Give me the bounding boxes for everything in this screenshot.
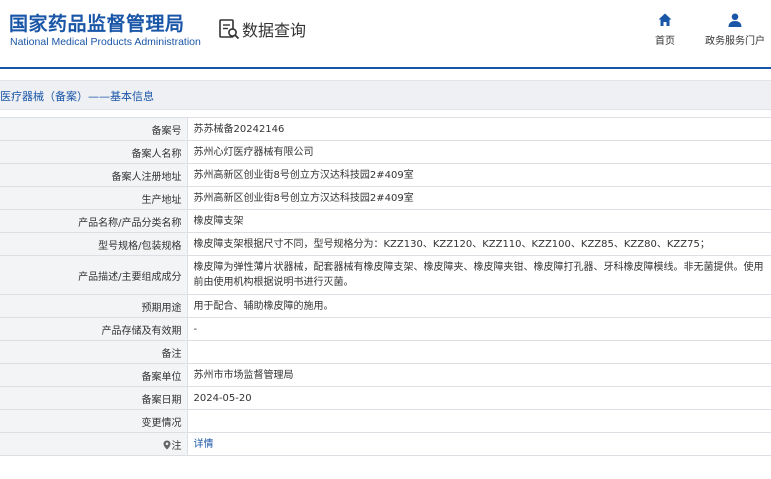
table-row: 备案号 苏苏械备20242146	[0, 117, 771, 141]
table-row: 注 详情	[0, 432, 771, 456]
field-value	[186, 409, 771, 433]
table-row: 型号规格/包装规格 橡皮障支架根据尺寸不同，型号规格分为：KZZ130、KZZ1…	[0, 232, 771, 256]
details-link[interactable]: 详情	[194, 439, 214, 450]
header-divider	[0, 67, 771, 69]
table-row: 产品存储及有效期 -	[0, 317, 771, 341]
table-row: 备案日期 2024-05-20	[0, 386, 771, 410]
nav-home-label: 首页	[655, 36, 675, 47]
field-label: 注	[171, 440, 182, 452]
field-value: 橡皮障支架	[186, 209, 771, 233]
data-query-title: 数据查询	[218, 17, 306, 41]
field-value: -	[186, 317, 771, 341]
nav-service-label: 政务服务门户	[705, 36, 765, 47]
table-row: 预期用途 用于配合、辅助橡皮障的施用。	[0, 294, 771, 318]
section-header: 医疗器械（备案）——基本信息	[0, 80, 771, 110]
field-value: 苏州市市场监督管理局	[186, 363, 771, 387]
field-value: 详情	[186, 432, 771, 456]
record-detail-table: 备案号 苏苏械备20242146 备案人名称 苏州心灯医疗器械有限公司 备案人注…	[0, 117, 771, 456]
field-label: 型号规格/包装规格	[0, 232, 188, 256]
nav-home-link[interactable]: 首页	[645, 12, 685, 47]
table-row: 备案人名称 苏州心灯医疗器械有限公司	[0, 140, 771, 164]
table-row: 备案单位 苏州市市场监督管理局	[0, 363, 771, 387]
table-row: 备案人注册地址 苏州高新区创业街8号创立方汉达科技园2#409室	[0, 163, 771, 187]
field-label: 产品描述/主要组成成分	[0, 255, 188, 295]
field-label: 备案单位	[0, 363, 188, 387]
user-icon	[728, 13, 742, 27]
field-label: 备案日期	[0, 386, 188, 410]
home-icon	[658, 13, 672, 26]
site-logo-title[interactable]: 国家药品监督管理局	[9, 9, 185, 36]
field-label: 备注	[0, 340, 188, 364]
field-label: 产品名称/产品分类名称	[0, 209, 188, 233]
table-row: 产品名称/产品分类名称 橡皮障支架	[0, 209, 771, 233]
site-logo-subtitle[interactable]: National Medical Products Administration	[10, 36, 201, 48]
field-value	[186, 340, 771, 364]
field-value: 苏州高新区创业街8号创立方汉达科技园2#409室	[186, 163, 771, 187]
section-title: 医疗器械（备案）——基本信息	[0, 90, 154, 103]
field-label: 产品存储及有效期	[0, 317, 188, 341]
field-value: 橡皮障为弹性薄片状器械，配套器械有橡皮障支架、橡皮障夹、橡皮障夹钳、橡皮障打孔器…	[186, 255, 771, 295]
field-value: 苏州高新区创业街8号创立方汉达科技园2#409室	[186, 186, 771, 210]
document-search-icon	[219, 19, 240, 40]
data-query-label: 数据查询	[242, 21, 307, 40]
field-label: 备案人名称	[0, 140, 188, 164]
field-value: 苏州心灯医疗器械有限公司	[186, 140, 771, 164]
table-row: 变更情况	[0, 409, 771, 433]
field-value: 2024-05-20	[186, 386, 771, 410]
field-label: 生产地址	[0, 186, 188, 210]
map-pin-icon	[163, 440, 170, 449]
field-label: 变更情况	[0, 409, 188, 433]
nav-service-portal-link[interactable]: 政务服务门户	[700, 12, 770, 47]
table-row: 产品描述/主要组成成分 橡皮障为弹性薄片状器械，配套器械有橡皮障支架、橡皮障夹、…	[0, 255, 771, 295]
note-field-label: 注	[0, 432, 188, 456]
field-value: 橡皮障支架根据尺寸不同，型号规格分为：KZZ130、KZZ120、KZZ110、…	[186, 232, 771, 256]
site-header: 国家药品监督管理局 National Medical Products Admi…	[0, 0, 771, 68]
field-label: 备案号	[0, 117, 188, 141]
field-value: 用于配合、辅助橡皮障的施用。	[186, 294, 771, 318]
field-label: 预期用途	[0, 294, 188, 318]
field-label: 备案人注册地址	[0, 163, 188, 187]
table-row: 备注	[0, 340, 771, 364]
table-row: 生产地址 苏州高新区创业街8号创立方汉达科技园2#409室	[0, 186, 771, 210]
field-value: 苏苏械备20242146	[186, 117, 771, 141]
